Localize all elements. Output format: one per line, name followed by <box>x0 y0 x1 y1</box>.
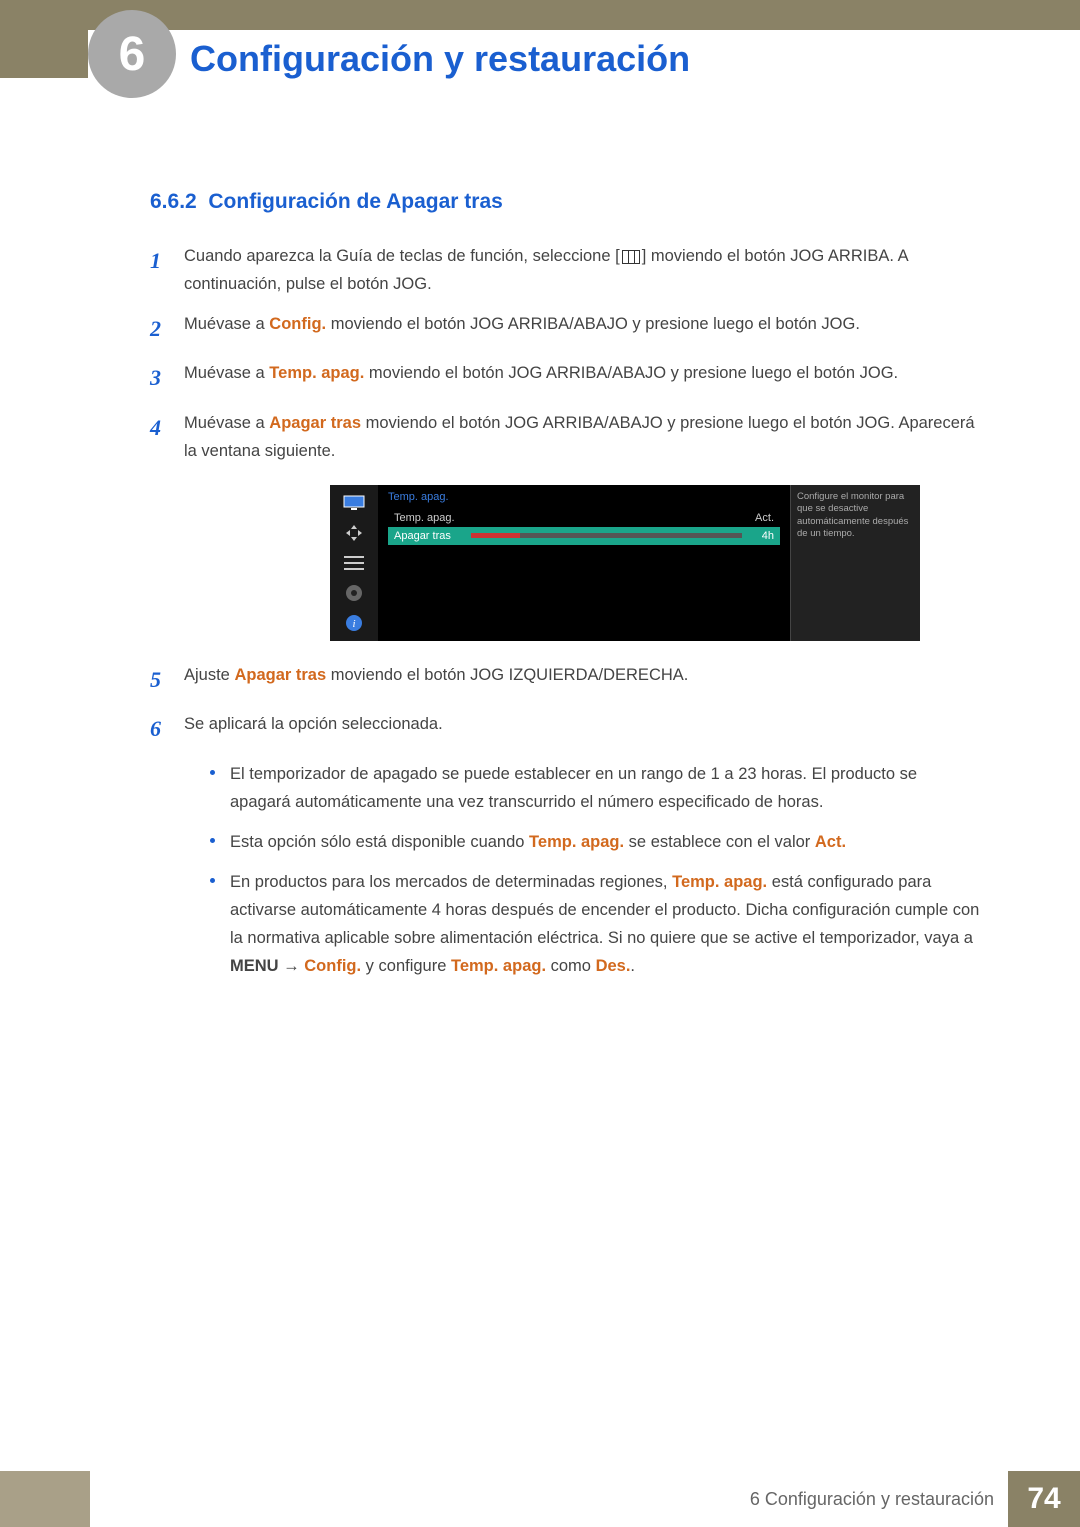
osd-slider-fill <box>471 533 520 538</box>
emph-config: Config. <box>304 957 361 975</box>
step-text: Se aplicará la opción seleccionada. <box>184 710 980 747</box>
osd-row-temp-apag: Temp. apag. Act. <box>388 509 780 527</box>
step-text: Muévase a Temp. apag. moviendo el botón … <box>184 359 980 396</box>
menu-icon <box>622 250 640 264</box>
gear-icon <box>341 583 367 603</box>
step-text: Ajuste Apagar tras moviendo el botón JOG… <box>184 661 980 698</box>
footer: 6 Configuración y restauración 74 <box>0 1471 1080 1527</box>
osd-row-label: Apagar tras <box>394 530 451 542</box>
footer-page-number: 74 <box>1008 1471 1080 1527</box>
section-title: Configuración de Apagar tras <box>208 190 502 213</box>
emph-temp-apag: Temp. apag. <box>529 833 624 851</box>
note-item: En productos para los mercados de determ… <box>210 868 980 980</box>
emph-des: Des. <box>596 957 631 975</box>
step-6: 6 Se aplicará la opción seleccionada. <box>150 710 980 747</box>
step-text: Muévase a Config. moviendo el botón JOG … <box>184 310 980 347</box>
osd-row-apagar-tras: Apagar tras 4h <box>388 527 780 545</box>
step-1: 1 Cuando aparezca la Guía de teclas de f… <box>150 242 980 298</box>
arrow-icon: → <box>279 957 305 975</box>
chapter-title: Configuración y restauración <box>190 38 730 80</box>
step-number: 5 <box>150 661 184 698</box>
step-4: 4 Muévase a Apagar tras moviendo el botó… <box>150 409 980 465</box>
arrows-icon <box>341 523 367 543</box>
step-number: 4 <box>150 409 184 465</box>
step-text: Muévase a Apagar tras moviendo el botón … <box>184 409 980 465</box>
osd-main: Temp. apag. Temp. apag. Act. Apagar tras… <box>378 485 790 641</box>
osd-title: Temp. apag. <box>388 491 780 503</box>
emph-temp-apag: Temp. apag. <box>451 957 546 975</box>
osd-help-text: Configure el monitor para que se desacti… <box>790 485 920 641</box>
emph-menu: MENU <box>230 957 279 975</box>
emph-temp-apag: Temp. apag. <box>672 873 767 891</box>
osd-sidebar: i <box>330 485 378 641</box>
list-icon <box>341 553 367 573</box>
steps-list: 1 Cuando aparezca la Guía de teclas de f… <box>150 242 980 465</box>
section-heading: 6.6.2 Configuración de Apagar tras <box>150 190 980 214</box>
step-5: 5 Ajuste Apagar tras moviendo el botón J… <box>150 661 980 698</box>
footer-section-label: 6 Configuración y restauración <box>90 1471 1008 1527</box>
osd-row-label: Temp. apag. <box>394 512 455 524</box>
notes-list: El temporizador de apagado se puede esta… <box>210 760 980 980</box>
content-area: 6.6.2 Configuración de Apagar tras 1 Cua… <box>150 190 980 992</box>
step-number: 1 <box>150 242 184 298</box>
chapter-number-circle: 6 <box>88 10 176 98</box>
section-number: 6.6.2 <box>150 190 197 213</box>
step-text: Cuando aparezca la Guía de teclas de fun… <box>184 242 980 298</box>
step-3: 3 Muévase a Temp. apag. moviendo el botó… <box>150 359 980 396</box>
emph-config: Config. <box>269 315 326 333</box>
svg-text:i: i <box>352 618 355 630</box>
osd-screenshot: i Temp. apag. Temp. apag. Act. Apagar tr… <box>330 485 920 641</box>
osd-row-value: 4h <box>762 530 774 542</box>
note-item: El temporizador de apagado se puede esta… <box>210 760 980 816</box>
emph-apagar-tras: Apagar tras <box>269 414 361 432</box>
step-2: 2 Muévase a Config. moviendo el botón JO… <box>150 310 980 347</box>
steps-list-continued: 5 Ajuste Apagar tras moviendo el botón J… <box>150 661 980 748</box>
note-item: Esta opción sólo está disponible cuando … <box>210 828 980 856</box>
step-number: 6 <box>150 710 184 747</box>
step-number: 2 <box>150 310 184 347</box>
step-number: 3 <box>150 359 184 396</box>
osd-row-value: Act. <box>755 512 774 524</box>
chapter-number: 6 <box>119 27 146 82</box>
emph-temp-apag: Temp. apag. <box>269 364 364 382</box>
emph-apagar-tras: Apagar tras <box>234 666 326 684</box>
monitor-icon <box>341 493 367 513</box>
emph-act: Act. <box>815 833 846 851</box>
info-icon: i <box>341 613 367 633</box>
osd-slider <box>471 533 742 538</box>
footer-accent-bar <box>0 1471 90 1527</box>
